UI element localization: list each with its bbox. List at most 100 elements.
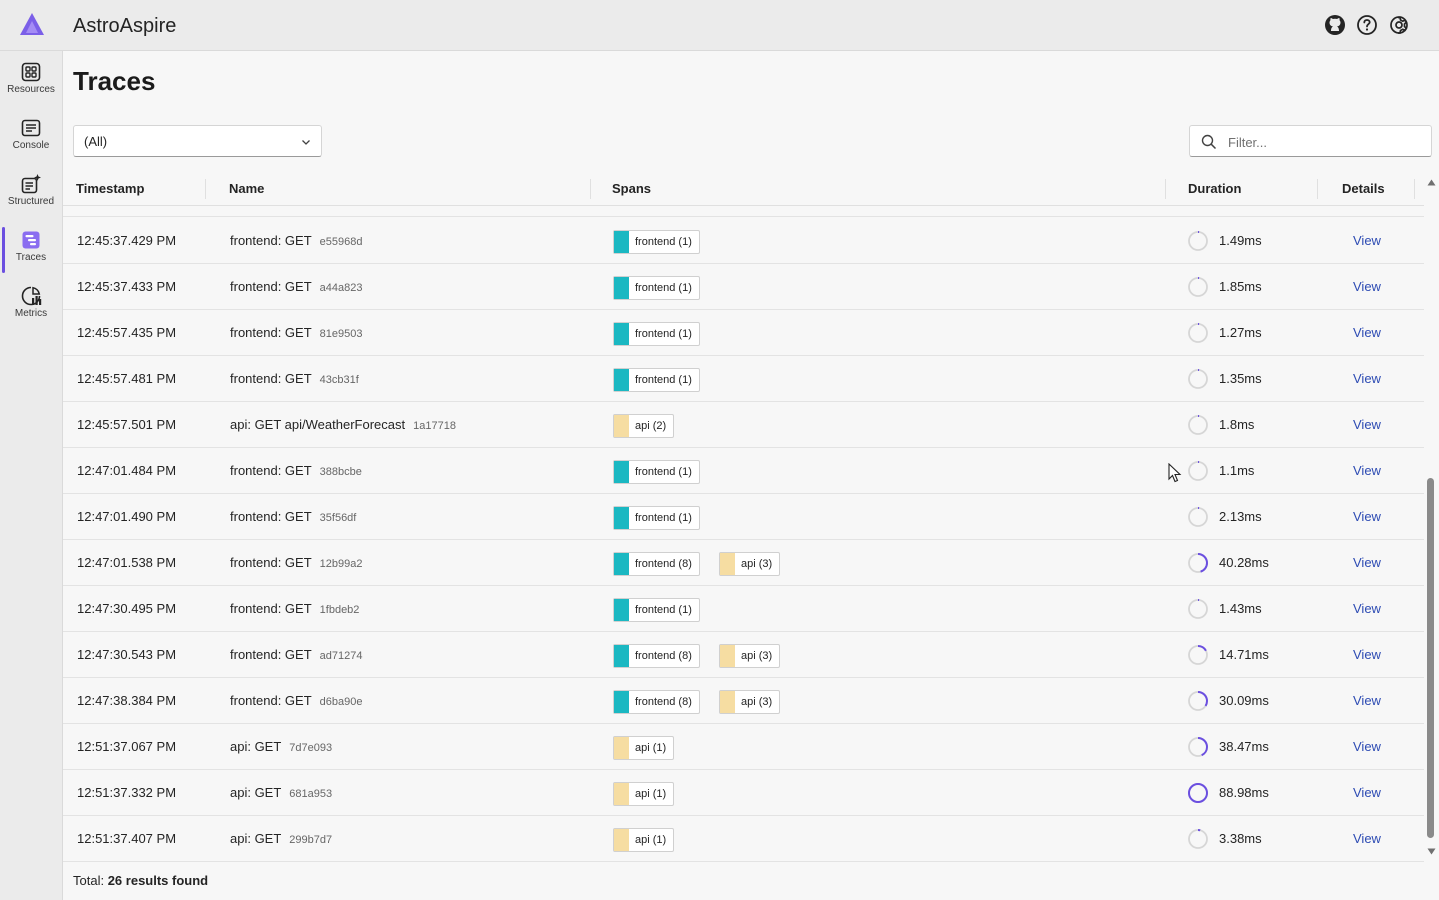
table-row[interactable]: 12:47:30.495 PM frontend: GET 1fbdeb2 front… xyxy=(63,586,1424,632)
view-details-link[interactable]: View xyxy=(1353,509,1381,524)
timestamp-cell: 12:47:30.495 PM xyxy=(77,601,177,616)
column-header-spans[interactable]: Spans xyxy=(612,181,651,196)
span-label: api (3) xyxy=(741,696,773,708)
span-badge-frontend[interactable]: frontend (8) xyxy=(613,644,700,668)
column-header-duration[interactable]: Duration xyxy=(1188,181,1241,196)
span-badge-frontend[interactable]: frontend (8) xyxy=(613,690,700,714)
sidebar-item-resources[interactable]: Resources xyxy=(0,53,62,105)
service-color-swatch xyxy=(614,369,629,391)
table-header: Timestamp Name Spans Duration Details xyxy=(63,172,1424,206)
filter-input[interactable] xyxy=(1228,132,1423,152)
span-badge-frontend[interactable]: frontend (1) xyxy=(613,506,700,530)
trace-name: frontend: GET xyxy=(230,371,312,386)
column-divider[interactable] xyxy=(590,179,591,199)
total-value: 26 results found xyxy=(107,873,209,888)
duration-cell: 1.49ms xyxy=(1219,233,1262,248)
trace-id: 1a17718 xyxy=(413,420,456,432)
duration-progress-ring xyxy=(1188,599,1208,619)
span-badge-frontend[interactable]: frontend (1) xyxy=(613,460,700,484)
span-badge-api[interactable]: api (2) xyxy=(613,414,675,438)
span-label: frontend (8) xyxy=(635,558,692,570)
span-badge-api[interactable]: api (1) xyxy=(613,736,675,760)
view-details-link[interactable]: View xyxy=(1353,555,1381,570)
span-badge-api[interactable]: api (1) xyxy=(613,782,675,806)
view-details-link[interactable]: View xyxy=(1353,233,1381,248)
span-badge-frontend[interactable]: frontend (1) xyxy=(613,322,700,346)
service-color-swatch xyxy=(720,645,735,667)
span-badge-frontend[interactable]: frontend (1) xyxy=(613,368,700,392)
column-header-timestamp[interactable]: Timestamp xyxy=(76,181,144,196)
span-badge-frontend[interactable]: frontend (1) xyxy=(613,276,700,300)
scrollbar-thumb[interactable] xyxy=(1427,478,1434,838)
duration-cell: 40.28ms xyxy=(1219,555,1269,570)
table-row[interactable]: 12:51:37.332 PM api: GET 681a953 api (1) 88.… xyxy=(63,770,1424,816)
view-details-link[interactable]: View xyxy=(1353,279,1381,294)
view-details-link[interactable]: View xyxy=(1353,647,1381,662)
span-badge-api[interactable]: api (3) xyxy=(719,690,781,714)
duration-cell: 1.35ms xyxy=(1219,371,1262,386)
vertical-scrollbar[interactable] xyxy=(1424,172,1439,862)
view-details-link[interactable]: View xyxy=(1353,785,1381,800)
help-icon[interactable] xyxy=(1356,14,1378,36)
span-badge-frontend[interactable]: frontend (8) xyxy=(613,552,700,576)
table-row[interactable]: 12:47:38.384 PM frontend: GET d6ba90e front… xyxy=(63,678,1424,724)
trace-name: frontend: GET xyxy=(230,601,312,616)
table-row[interactable]: 12:51:37.407 PM api: GET 299b7d7 api (1) 3.3… xyxy=(63,816,1424,862)
table-row[interactable]: 12:47:01.484 PM frontend: GET 388bcbe front… xyxy=(63,448,1424,494)
table-row[interactable]: 12:47:01.490 PM frontend: GET 35f56df front… xyxy=(63,494,1424,540)
span-badge-api[interactable]: api (3) xyxy=(719,552,781,576)
column-divider[interactable] xyxy=(1317,179,1318,199)
view-details-link[interactable]: View xyxy=(1353,739,1381,754)
github-icon[interactable] xyxy=(1324,14,1346,36)
app-logo-icon xyxy=(20,13,44,35)
sidebar-item-console[interactable]: Console xyxy=(0,109,62,161)
settings-icon[interactable] xyxy=(1388,14,1410,36)
column-divider[interactable] xyxy=(1414,179,1415,199)
table-row[interactable]: 12:47:01.538 PM frontend: GET 12b99a2 front… xyxy=(63,540,1424,586)
resource-select[interactable]: (All) xyxy=(73,125,322,157)
span-label: api (1) xyxy=(635,788,667,800)
sidebar-item-structured[interactable]: Structured xyxy=(0,165,62,217)
view-details-link[interactable]: View xyxy=(1353,601,1381,616)
table-row[interactable]: 12:45:57.501 PM api: GET api/WeatherForec… xyxy=(63,402,1424,448)
table-row[interactable]: 12:45:57.435 PM frontend: GET 81e9503 front… xyxy=(63,310,1424,356)
traces-icon xyxy=(22,231,40,249)
chevron-down-icon xyxy=(302,140,310,145)
total-label: Total: xyxy=(73,873,105,888)
table-row[interactable]: 12:47:30.543 PM frontend: GET ad71274 front… xyxy=(63,632,1424,678)
service-color-swatch xyxy=(614,277,629,299)
view-details-link[interactable]: View xyxy=(1353,831,1381,846)
name-cell: frontend: GET 81e9503 xyxy=(230,325,362,340)
view-details-link[interactable]: View xyxy=(1353,463,1381,478)
trace-name: api: GET xyxy=(230,739,282,754)
table-row[interactable]: 12:51:37.067 PM api: GET 7d7e093 api (1) 38.… xyxy=(63,724,1424,770)
table-row-partial[interactable] xyxy=(63,207,1424,217)
span-badge-frontend[interactable]: frontend (1) xyxy=(613,230,700,254)
sidebar-item-traces[interactable]: Traces xyxy=(0,221,62,273)
scroll-down-arrow-icon[interactable] xyxy=(1427,847,1436,856)
duration-progress-ring xyxy=(1188,461,1208,481)
column-divider[interactable] xyxy=(1165,179,1166,199)
timestamp-cell: 12:45:57.481 PM xyxy=(77,371,177,386)
table-row[interactable]: 12:45:57.481 PM frontend: GET 43cb31f front… xyxy=(63,356,1424,402)
view-details-link[interactable]: View xyxy=(1353,371,1381,386)
view-details-link[interactable]: View xyxy=(1353,693,1381,708)
column-divider[interactable] xyxy=(205,179,206,199)
service-color-swatch xyxy=(614,507,629,529)
column-header-name[interactable]: Name xyxy=(229,181,264,196)
span-badge-api[interactable]: api (3) xyxy=(719,644,781,668)
span-badge-api[interactable]: api (1) xyxy=(613,828,675,852)
name-cell: frontend: GET 35f56df xyxy=(230,509,356,524)
trace-id: 388bcbe xyxy=(319,466,362,478)
view-details-link[interactable]: View xyxy=(1353,417,1381,432)
trace-name: frontend: GET xyxy=(230,509,312,524)
span-label: api (3) xyxy=(741,558,773,570)
trace-name: frontend: GET xyxy=(230,647,312,662)
table-row[interactable]: 12:45:37.433 PM frontend: GET a44a823 front… xyxy=(63,264,1424,310)
table-row[interactable]: 12:45:37.429 PM frontend: GET e55968d front… xyxy=(63,218,1424,264)
scroll-up-arrow-icon[interactable] xyxy=(1427,178,1436,187)
view-details-link[interactable]: View xyxy=(1353,325,1381,340)
sidebar-item-metrics[interactable]: Metrics xyxy=(0,277,62,329)
service-color-swatch xyxy=(614,783,629,805)
span-badge-frontend[interactable]: frontend (1) xyxy=(613,598,700,622)
